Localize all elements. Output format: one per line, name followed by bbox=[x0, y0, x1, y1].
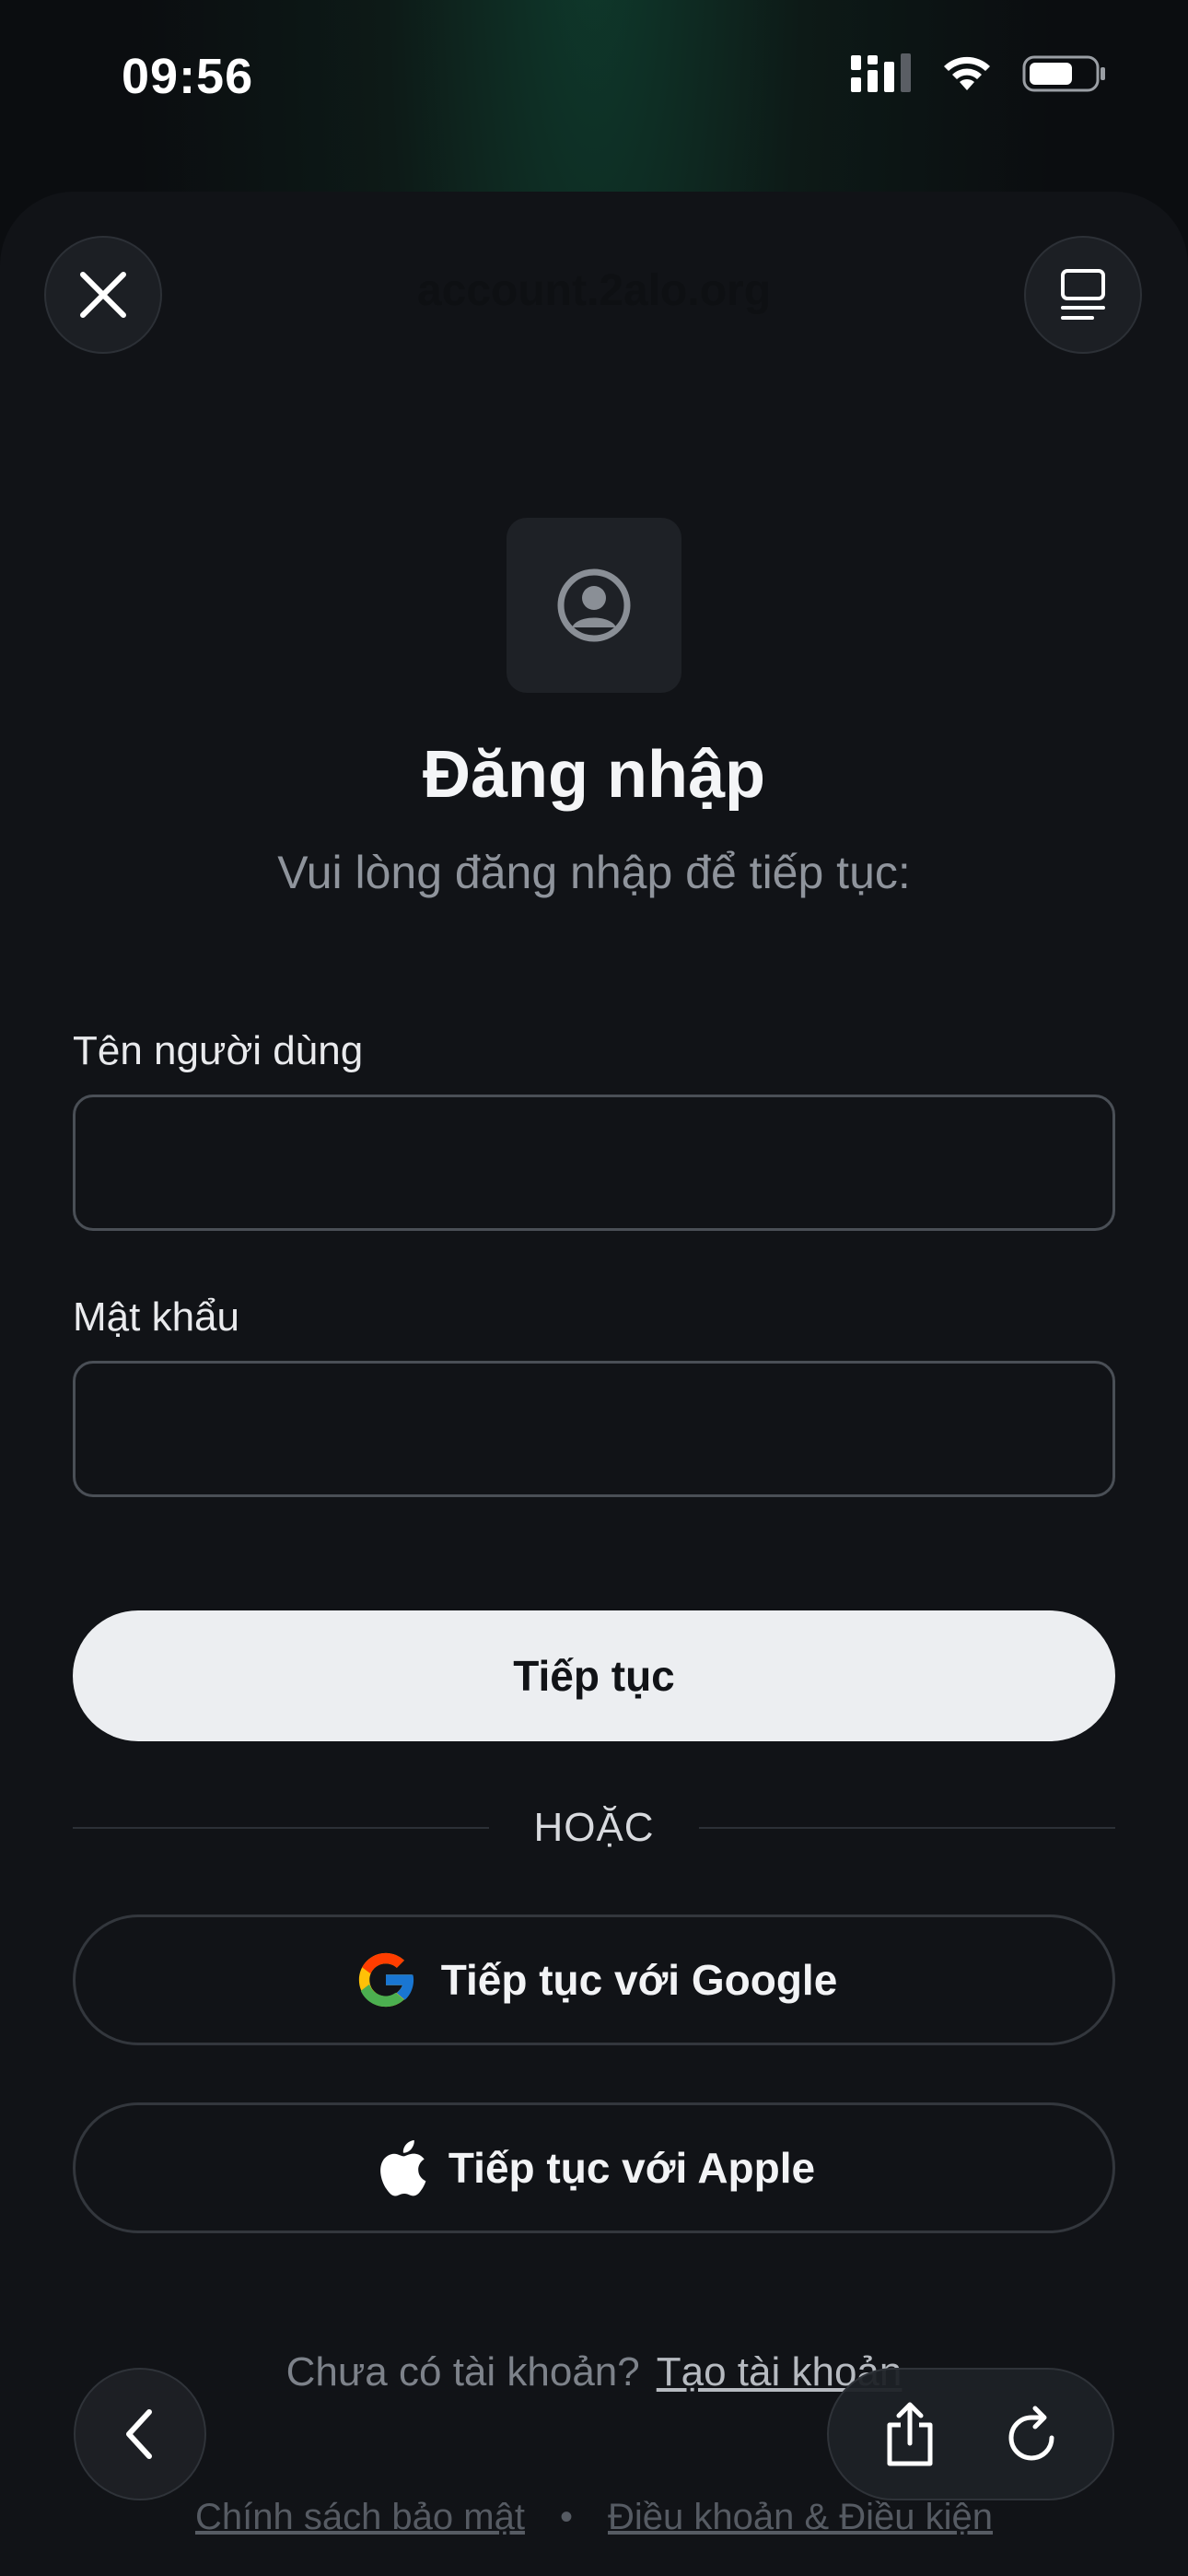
apple-logo-icon bbox=[380, 2140, 426, 2196]
screen: 09:56 account.2alo.org Đăng nhập Vui lòn… bbox=[0, 0, 1188, 2576]
reader-mode-icon bbox=[1061, 269, 1105, 320]
reader-mode-button[interactable] bbox=[1024, 236, 1142, 354]
divider-line-left bbox=[73, 1827, 490, 1829]
google-logo-icon bbox=[358, 1952, 414, 2008]
password-label: Mật khẩu bbox=[73, 1294, 239, 1340]
status-time: 09:56 bbox=[122, 49, 254, 104]
apple-signin-label: Tiếp tục với Apple bbox=[448, 2144, 816, 2192]
page-title: Đăng nhập bbox=[423, 738, 765, 812]
reload-button[interactable] bbox=[981, 2383, 1082, 2485]
reload-icon bbox=[1008, 2406, 1054, 2461]
terms-link[interactable]: Điều khoản & Điều kiện bbox=[608, 2497, 993, 2537]
share-icon bbox=[887, 2402, 933, 2466]
divider-line-right bbox=[698, 1827, 1115, 1829]
footer-separator-dot: • bbox=[559, 2497, 573, 2537]
avatar-tile bbox=[507, 518, 681, 693]
or-divider: HOẶC bbox=[73, 1802, 1115, 1854]
google-signin-label: Tiếp tục với Google bbox=[440, 1956, 838, 2004]
no-account-text: Chưa có tài khoản? bbox=[285, 2349, 640, 2395]
privacy-policy-link[interactable]: Chính sách bảo mật bbox=[195, 2497, 525, 2537]
google-signin-button[interactable]: Tiếp tục với Google bbox=[73, 1914, 1115, 2045]
cellular-signal-icon bbox=[851, 53, 911, 92]
apple-signin-button[interactable]: Tiếp tục với Apple bbox=[73, 2102, 1115, 2233]
battery-icon bbox=[1022, 55, 1105, 92]
page-url: account.2alo.org bbox=[416, 266, 772, 315]
divider-text: HOẶC bbox=[533, 1805, 655, 1850]
password-input[interactable] bbox=[73, 1361, 1115, 1497]
continue-button[interactable]: Tiếp tục bbox=[73, 1610, 1115, 1741]
chevron-left-icon bbox=[126, 2409, 152, 2459]
status-icons bbox=[851, 53, 1107, 94]
back-button[interactable] bbox=[74, 2368, 206, 2500]
user-circle-icon bbox=[557, 568, 631, 642]
username-label: Tên người dùng bbox=[73, 1028, 364, 1073]
footer-links: Chính sách bảo mật • Điều khoản & Điều kiệ… bbox=[0, 2497, 1188, 2538]
page-subtitle: Vui lòng đăng nhập để tiếp tục: bbox=[277, 847, 911, 898]
username-input[interactable] bbox=[73, 1095, 1115, 1231]
share-button[interactable] bbox=[859, 2383, 961, 2485]
browser-actions-pill bbox=[827, 2368, 1114, 2500]
wifi-icon bbox=[944, 56, 990, 90]
